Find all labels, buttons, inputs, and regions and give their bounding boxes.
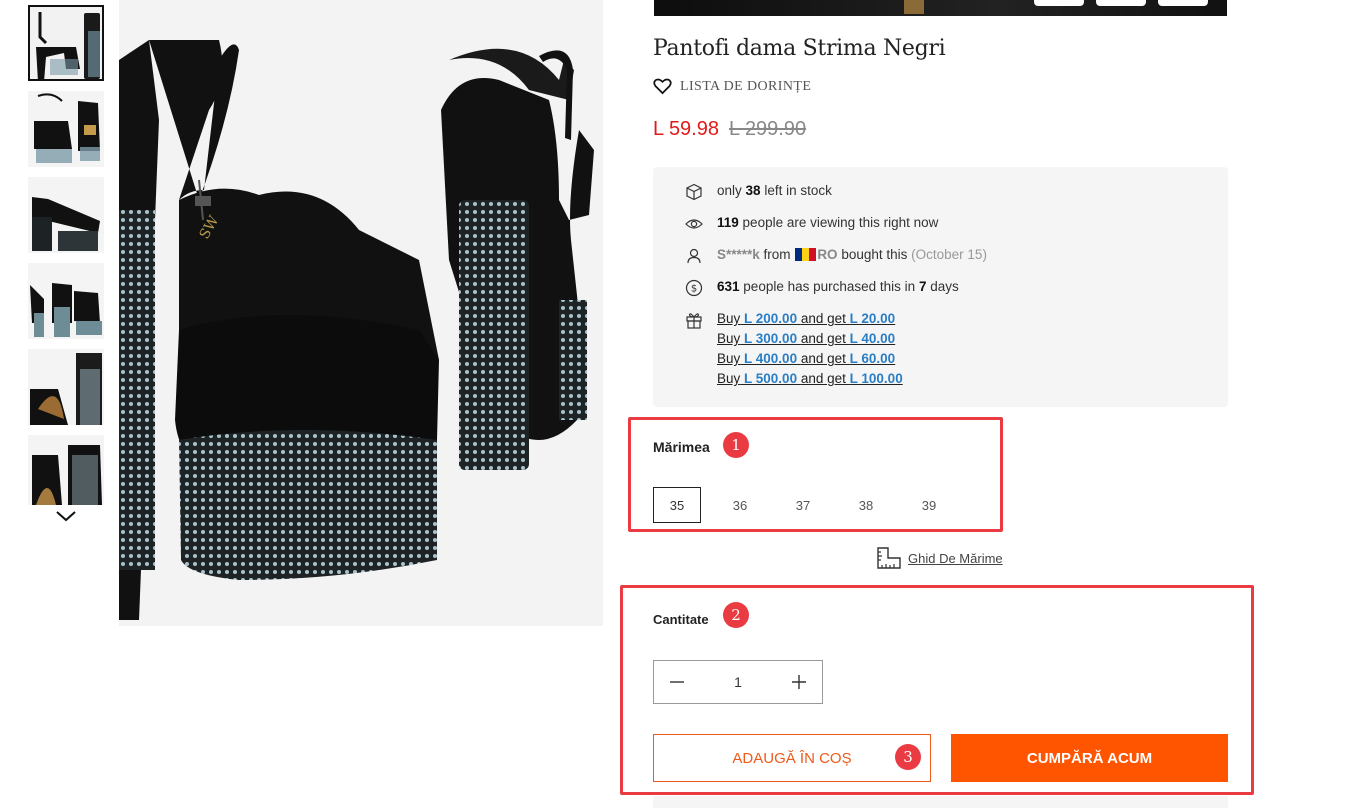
viewers-row: 119 people are viewing this right now: [685, 215, 1228, 247]
banner-pill: [1158, 0, 1208, 6]
thumbnail-shoe-image: [28, 349, 104, 425]
banner-gift-image: [904, 0, 924, 14]
price-original: L 299.90: [729, 118, 807, 140]
user-icon: [687, 248, 701, 264]
thumbnail-shoe-image: [28, 91, 104, 167]
purchased-text: 631 people has purchased this in 7 days: [717, 279, 959, 294]
plus-icon[interactable]: [788, 671, 810, 693]
shoe-photo: SW: [119, 0, 603, 626]
thumbnail-shoe-image: [28, 177, 104, 253]
thumbnail-1[interactable]: [28, 5, 104, 81]
minus-icon[interactable]: [666, 671, 688, 693]
thumbnail-3[interactable]: [28, 177, 104, 253]
eye-icon: [685, 219, 703, 229]
size-option-36[interactable]: 36: [716, 487, 764, 523]
quantity-stepper: 1: [653, 660, 823, 704]
gift-icon: [686, 313, 702, 329]
size-option-38[interactable]: 38: [842, 487, 890, 523]
product-title: Pantofi dama Strima Negri: [653, 36, 946, 61]
thumbnail-list: [28, 5, 104, 515]
size-option-37[interactable]: 37: [779, 487, 827, 523]
offers-list: Buy L 200.00 and get L 20.00 Buy L 300.0…: [717, 311, 903, 387]
annotation-badge-3: 3: [895, 744, 921, 770]
annotation-badge-2: 2: [723, 602, 749, 628]
heart-icon: [653, 78, 672, 95]
thumbnail-2[interactable]: [28, 91, 104, 167]
price-current: L 59.98: [653, 118, 719, 140]
banner-pill: [1034, 0, 1084, 6]
banner-pill: [1096, 0, 1146, 6]
recent-purchase-text: S*****k from RO bought this (October 15): [717, 247, 987, 262]
bottom-section-edge: [653, 796, 1228, 808]
chevron-down-icon[interactable]: [56, 509, 76, 523]
offer-link[interactable]: Buy L 500.00 and get L 100.00: [717, 371, 903, 387]
offer-link[interactable]: Buy L 200.00 and get L 20.00: [717, 311, 903, 327]
add-to-cart-button[interactable]: ADAUGĂ ÎN COȘ: [653, 734, 931, 782]
promo-banner: [654, 0, 1227, 16]
product-info-box: only 38 left in stock 119 people are vie…: [653, 167, 1228, 407]
size-options: 35 36 37 38 39: [653, 487, 953, 523]
main-product-image: SW: [119, 0, 603, 626]
size-option-39[interactable]: 39: [905, 487, 953, 523]
thumbnail-4[interactable]: [28, 263, 104, 339]
quantity-value[interactable]: 1: [734, 674, 742, 690]
quantity-label: Cantitate: [653, 612, 709, 627]
romania-flag-icon: [795, 248, 817, 261]
offers-row: Buy L 200.00 and get L 20.00 Buy L 300.0…: [685, 311, 1228, 387]
box-icon: [686, 183, 702, 201]
thumbnail-shoe-image: [30, 7, 102, 79]
size-option-35[interactable]: 35: [653, 487, 701, 523]
viewers-text: 119 people are viewing this right now: [717, 215, 939, 230]
buy-now-button[interactable]: CUMPĂRĂ ACUM: [951, 734, 1228, 782]
thumbnail-shoe-image: [28, 435, 104, 505]
stock-text: only 38 left in stock: [717, 183, 832, 198]
wishlist-button[interactable]: LISTA DE DORINȚE: [653, 78, 811, 95]
recent-purchase-row: S*****k from RO bought this (October 15): [685, 247, 1228, 279]
dollar-coin-icon: $: [685, 279, 703, 297]
price-block: L 59.98 L 299.90: [653, 118, 806, 141]
offer-link[interactable]: Buy L 300.00 and get L 40.00: [717, 331, 903, 347]
thumbnail-shoe-image: [28, 263, 104, 339]
annotation-badge-1: 1: [723, 432, 749, 458]
purchased-row: $ 631 people has purchased this in 7 day…: [685, 279, 1228, 311]
svg-text:$: $: [691, 284, 697, 295]
size-guide-link[interactable]: Ghid De Mărime: [876, 546, 1003, 570]
thumbnail-5[interactable]: [28, 349, 104, 425]
size-guide-label: Ghid De Mărime: [908, 550, 1003, 566]
ruler-icon: [877, 547, 901, 569]
offer-link[interactable]: Buy L 400.00 and get L 60.00: [717, 351, 903, 367]
size-label: Mărimea: [653, 439, 710, 455]
stock-row: only 38 left in stock: [685, 183, 1228, 215]
wishlist-label: LISTA DE DORINȚE: [680, 78, 812, 94]
thumbnail-6[interactable]: [28, 435, 104, 505]
